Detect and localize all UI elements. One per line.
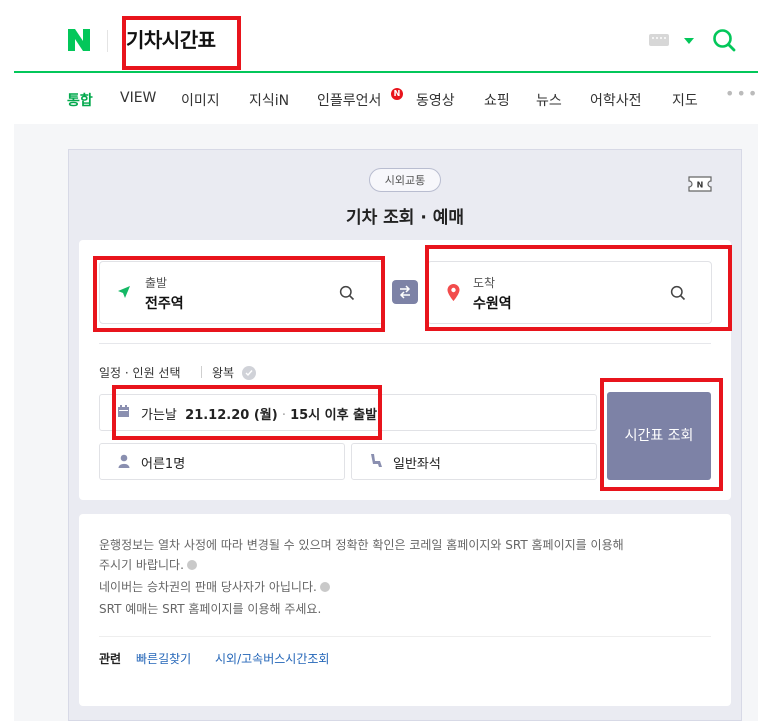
separator (201, 366, 202, 378)
related-label: 관련 (99, 652, 122, 666)
tab-all[interactable]: 통합 (67, 90, 93, 110)
swap-icon (399, 285, 411, 299)
search-tabs: 통합 VIEW 이미지 지식iN 인플루언서 동영상 쇼핑 뉴스 어학사전 지도 (0, 74, 758, 124)
highlight-departure (93, 256, 385, 332)
tab-video[interactable]: 동영상 (416, 90, 455, 110)
tab-map[interactable]: 지도 (672, 90, 698, 110)
highlight-arrival (425, 245, 732, 331)
header-underline (14, 71, 758, 73)
ticket-icon[interactable]: N (688, 176, 712, 192)
info-line: 네이버는 승차권의 판매 당사자가 아닙니다. (99, 578, 330, 595)
tab-view[interactable]: VIEW (120, 90, 156, 106)
svg-text:N: N (697, 181, 704, 190)
round-trip-label[interactable]: 왕복 (212, 364, 234, 381)
seat-value: 일반좌석 (393, 457, 441, 472)
naver-logo[interactable] (66, 27, 92, 53)
keyboard-icon[interactable] (649, 34, 669, 46)
info-icon[interactable] (319, 582, 330, 592)
tab-news[interactable]: 뉴스 (536, 90, 562, 110)
info-icon[interactable] (186, 560, 197, 570)
seat-icon (371, 454, 382, 467)
swap-button[interactable] (392, 280, 418, 304)
schedule-label: 일정 · 인원 선택 (99, 366, 181, 380)
tab-influencer[interactable]: 인플루언서 (317, 90, 381, 110)
related-link-bus[interactable]: 시외/고속버스시간조회 (215, 650, 329, 667)
tab-dictionary[interactable]: 어학사전 (590, 90, 642, 110)
passenger-value: 어른1명 (141, 457, 186, 472)
person-icon (118, 454, 130, 468)
divider (99, 636, 711, 637)
info-line: SRT 예매는 SRT 홈페이지를 이용해 주세요. (99, 602, 322, 616)
header-divider (107, 30, 108, 52)
new-badge: N (391, 88, 403, 100)
round-trip-check-icon[interactable] (242, 366, 256, 380)
related-link-route[interactable]: 빠른길찾기 (136, 650, 191, 667)
seat-field[interactable] (351, 443, 597, 480)
chevron-down-icon[interactable] (684, 38, 694, 44)
highlight-search-button (600, 378, 723, 491)
more-icon[interactable]: ••• (725, 84, 758, 103)
info-text: 네이버는 승차권의 판매 당사자가 아닙니다. (99, 580, 317, 594)
info-text: 주시기 바랍니다. (99, 558, 184, 572)
category-chip[interactable]: 시외교통 (369, 168, 441, 192)
card-title: 기차 조회 · 예매 (345, 208, 465, 228)
tab-image[interactable]: 이미지 (181, 90, 220, 110)
info-line: 운행정보는 열차 사정에 따라 변경될 수 있으며 정확한 확인은 코레일 홈페… (99, 538, 624, 552)
highlight-date (112, 385, 382, 440)
tab-kin[interactable]: 지식iN (249, 90, 289, 110)
search-icon[interactable] (712, 28, 736, 52)
header: 기차시간표 (0, 0, 758, 72)
info-line: 주시기 바랍니다. (99, 556, 197, 573)
tab-shopping[interactable]: 쇼핑 (484, 90, 510, 110)
highlight-query (122, 16, 241, 70)
divider (99, 343, 711, 344)
passenger-field[interactable] (99, 443, 345, 480)
